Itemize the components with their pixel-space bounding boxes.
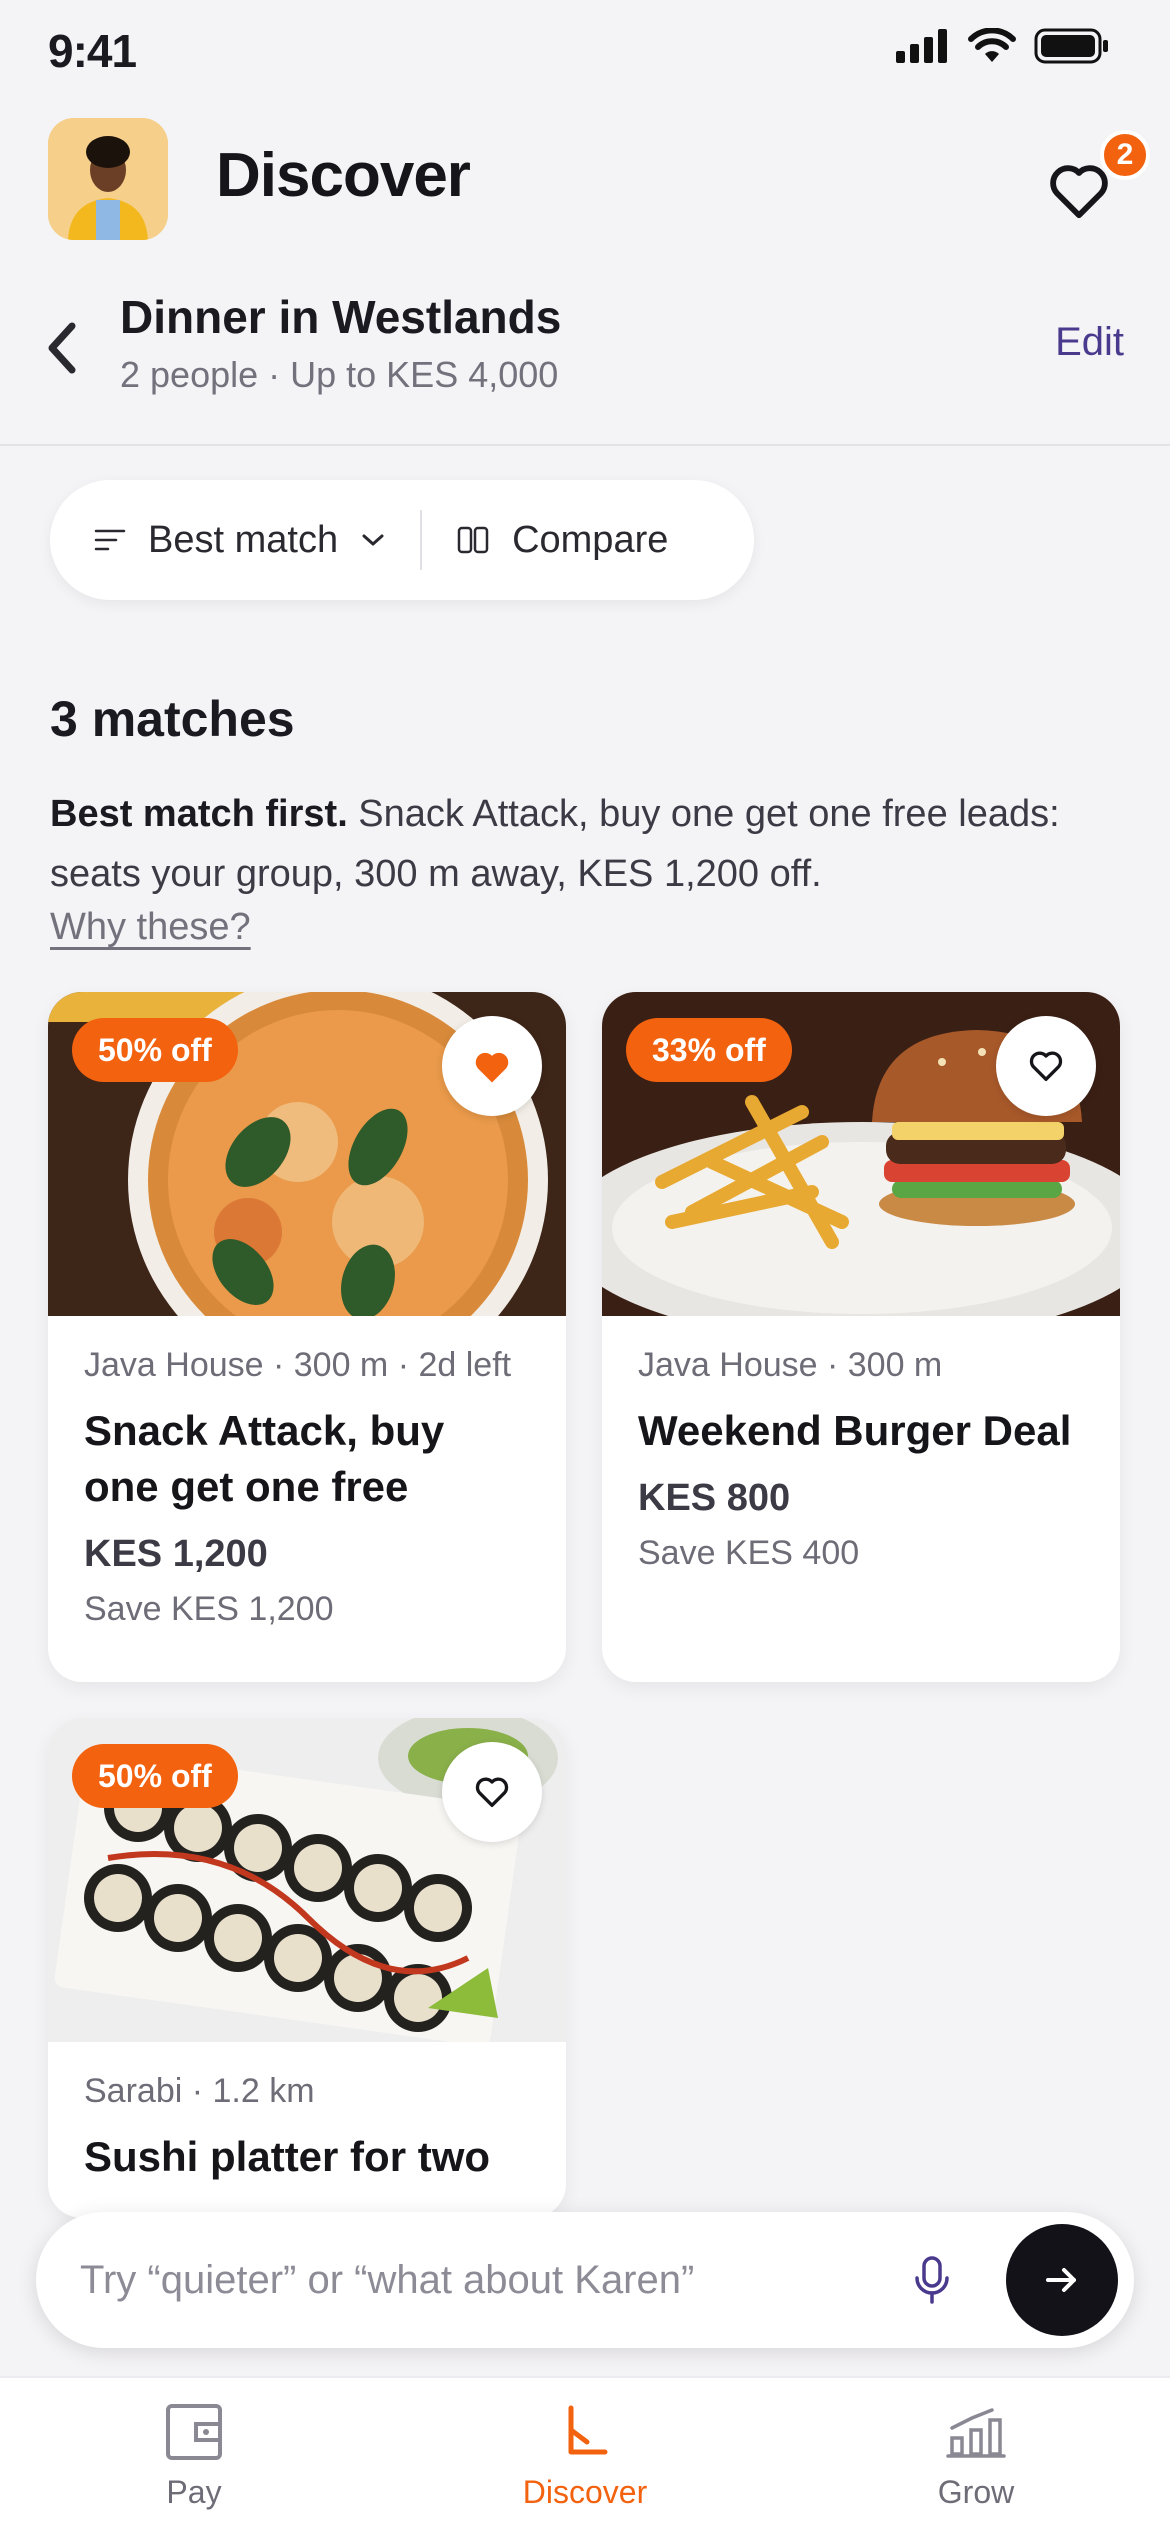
heart-filled-icon (475, 1052, 509, 1083)
deal-card-body: Java House · 300 m Weekend Burger Deal K… (602, 1316, 1120, 1603)
deal-image-pizza: 50% off (48, 992, 566, 1316)
page-title: Discover (216, 141, 471, 210)
results-summary: Best match first. Snack Attack, buy one … (50, 784, 1130, 904)
deal-card-body: Java House · 300 m · 2d left Snack Attac… (48, 1316, 566, 1659)
avatar-image (48, 118, 168, 240)
arrow-right-icon (1046, 2268, 1076, 2292)
deal-image-burger: 33% off (602, 992, 1120, 1316)
deal-meta: Sarabi · 1.2 km (84, 2072, 315, 2110)
deal-title: Weekend Burger Deal (638, 1407, 1072, 1454)
battery-icon (1034, 28, 1108, 64)
ask-input[interactable] (80, 2212, 880, 2348)
deal-price: KES 1,200 (84, 1533, 268, 1575)
deal-meta: Java House · 300 m (638, 1346, 943, 1384)
discount-badge: 50% off (72, 1744, 238, 1808)
search-context: Dinner in Westlands 2 people · Up to KES… (0, 290, 1170, 446)
nav-item-discover[interactable]: Discover (485, 2400, 685, 2511)
discount-badge: 33% off (626, 1018, 792, 1082)
deal-savings: Save KES 1,200 (84, 1590, 334, 1628)
deal-card-body: Sarabi · 1.2 km Sushi platter for two (48, 2042, 566, 2215)
bottom-navigation: Pay Discover Grow (0, 2376, 1170, 2532)
favorite-toggle[interactable] (442, 1016, 542, 1116)
summary-lead: Best match first. (50, 793, 348, 835)
discount-badge: 50% off (72, 1018, 238, 1082)
status-bar: 9:41 (0, 0, 1170, 100)
favorite-toggle[interactable] (442, 1742, 542, 1842)
deal-price: KES 800 (638, 1477, 791, 1519)
edit-button[interactable]: Edit (1055, 320, 1124, 365)
nav-label: Discover (522, 2474, 648, 2510)
discover-icon (568, 2405, 608, 2455)
favorite-toggle[interactable] (996, 1016, 1096, 1116)
status-time: 9:41 (48, 25, 137, 77)
context-title: Dinner in Westlands (120, 291, 562, 343)
matches-count: 3 matches (50, 691, 295, 747)
cellular-signal-icon (896, 29, 947, 63)
nav-label: Grow (937, 2474, 1015, 2510)
why-these-link[interactable]: Why these? (50, 906, 251, 949)
send-button[interactable] (1006, 2224, 1118, 2336)
sort-lines-icon (94, 529, 126, 551)
growth-chart-icon (946, 2408, 1006, 2458)
nav-label: Pay (166, 2474, 222, 2510)
deal-card[interactable]: 33% off Java House · 300 m Weekend Burge… (602, 992, 1120, 1682)
nav-item-grow[interactable]: Grow (876, 2400, 1076, 2511)
sort-label: Best match (148, 518, 339, 561)
compare-button[interactable]: Compare (456, 519, 668, 562)
sort-dropdown[interactable]: Best match (94, 519, 386, 562)
favorites-count-badge: 2 (1100, 130, 1150, 180)
microphone-button[interactable] (902, 2250, 962, 2310)
deal-title: Snack Attack, buy one get one free (84, 1407, 445, 1510)
compare-columns-icon (457, 526, 489, 554)
pill-divider (420, 510, 423, 570)
context-subtitle: 2 people · Up to KES 4,000 (120, 354, 559, 395)
deal-card[interactable]: 50% off Sarabi · 1.2 km Sushi platter fo… (48, 1718, 566, 2218)
nav-item-pay[interactable]: Pay (94, 2400, 294, 2511)
compare-label: Compare (512, 518, 669, 561)
ask-bar (36, 2212, 1134, 2348)
heart-outline-icon (475, 1777, 509, 1807)
deal-card[interactable]: 50% off Java House · 300 m · 2d left Sna… (48, 992, 566, 1682)
microphone-icon (915, 2256, 949, 2304)
deal-image-sushi: 50% off (48, 1718, 566, 2042)
avatar[interactable] (48, 118, 168, 240)
wifi-icon (968, 28, 1016, 62)
header: Discover 2 (48, 118, 1150, 242)
heart-outline-icon (1029, 1051, 1063, 1081)
status-icons (896, 28, 1110, 64)
back-chevron-icon[interactable] (44, 318, 80, 378)
deal-title: Sushi platter for two (84, 2133, 491, 2180)
deal-meta: Java House · 300 m · 2d left (84, 1346, 512, 1384)
deal-savings: Save KES 400 (638, 1534, 860, 1572)
chevron-down-icon (362, 534, 384, 546)
favorites-button[interactable]: 2 (1050, 130, 1150, 219)
sort-compare-bar: Best match Compare (50, 480, 754, 600)
wallet-icon (166, 2404, 222, 2460)
